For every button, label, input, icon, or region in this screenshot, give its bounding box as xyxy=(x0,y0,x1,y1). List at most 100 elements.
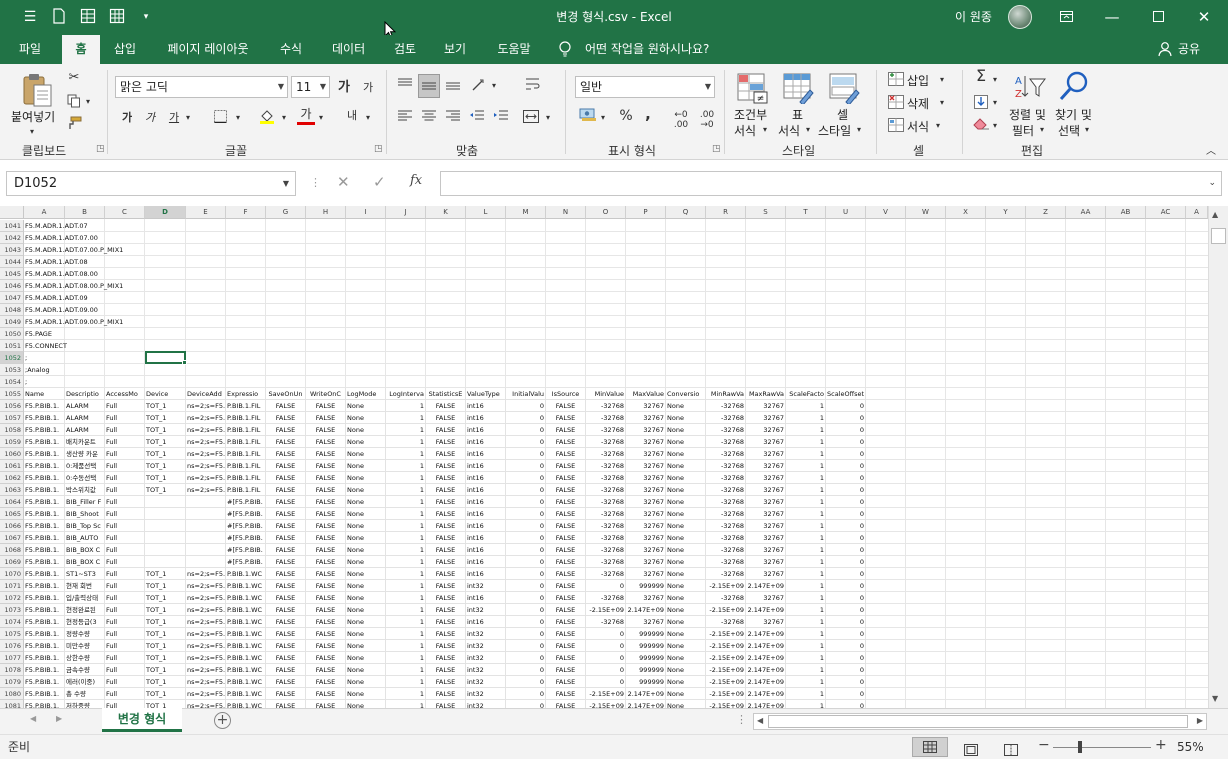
cell[interactable]: IsSource xyxy=(546,388,586,400)
cell[interactable]: FALSE xyxy=(546,628,586,640)
cell[interactable]: TOT_1 xyxy=(145,592,186,604)
cell[interactable]: 0 xyxy=(826,532,866,544)
cell[interactable]: Full xyxy=(105,532,145,544)
cell[interactable]: Full xyxy=(105,472,145,484)
cell[interactable]: FALSE xyxy=(426,424,466,436)
cell[interactable] xyxy=(186,556,226,568)
cell[interactable]: 1 xyxy=(386,460,426,472)
cell[interactable]: P.BIB.1.WC xyxy=(226,688,266,700)
cell[interactable]: FALSE xyxy=(426,496,466,508)
cell[interactable]: 상한수량 xyxy=(65,652,105,664)
cell[interactable]: F5.M.ADR.1.ADT.08.00.P_MIX1 xyxy=(24,280,123,292)
cell[interactable]: None xyxy=(346,412,386,424)
cell[interactable]: P.BIB.1.FIL xyxy=(226,460,266,472)
cell[interactable]: -32768 xyxy=(586,508,626,520)
cell[interactable]: FALSE xyxy=(426,664,466,676)
cell[interactable]: FALSE xyxy=(266,592,306,604)
share-button[interactable]: 공유 xyxy=(1178,35,1200,64)
cell[interactable]: 1 xyxy=(786,688,826,700)
cell[interactable]: -2.15E+09 xyxy=(706,580,746,592)
cell[interactable]: ns=2;s=F5. xyxy=(186,436,226,448)
cell[interactable]: None xyxy=(666,484,706,496)
align-center-icon[interactable] xyxy=(420,110,438,127)
cell[interactable]: 32767 xyxy=(626,532,666,544)
cell[interactable]: 1 xyxy=(786,424,826,436)
cell[interactable]: None xyxy=(346,508,386,520)
cell[interactable]: -32768 xyxy=(706,400,746,412)
cell[interactable]: F5.P.BIB.1. xyxy=(24,676,65,688)
cell[interactable]: 32767 xyxy=(746,544,786,556)
cell[interactable]: F5.CONNECT xyxy=(24,340,67,352)
insert-cells-icon[interactable] xyxy=(887,72,905,91)
cell[interactable]: int16 xyxy=(466,520,506,532)
cell[interactable]: Full xyxy=(105,664,145,676)
cell[interactable]: 32767 xyxy=(626,568,666,580)
cell[interactable]: 총 수량 xyxy=(65,688,105,700)
cell[interactable]: 0 xyxy=(506,508,546,520)
format-painter-icon[interactable] xyxy=(65,116,83,135)
active-cell-selection[interactable] xyxy=(145,351,186,364)
cell[interactable]: 32767 xyxy=(626,412,666,424)
column-header[interactable]: C xyxy=(105,206,145,219)
cell[interactable]: 0 xyxy=(586,664,626,676)
column-header[interactable]: V xyxy=(866,206,906,219)
cell[interactable]: ST1~ST3 xyxy=(65,568,105,580)
font-color-dropdown-icon[interactable]: ▾ xyxy=(319,110,323,126)
orientation-dropdown-icon[interactable]: ▾ xyxy=(492,78,496,94)
cell[interactable]: ns=2;s=F5. xyxy=(186,472,226,484)
horizontal-scroll-thumb[interactable] xyxy=(768,715,1188,728)
cell[interactable]: ns=2;s=F5. xyxy=(186,676,226,688)
cell[interactable]: F5.P.BIB.1. xyxy=(24,424,65,436)
cell[interactable]: -32768 xyxy=(706,436,746,448)
cell[interactable]: F5.P.BIB.1. xyxy=(24,592,65,604)
cell[interactable]: FALSE xyxy=(306,664,346,676)
phonetic-button[interactable]: 내 xyxy=(342,108,362,124)
row-header[interactable]: 1046 xyxy=(0,280,24,292)
cell[interactable]: None xyxy=(666,628,706,640)
tab-review[interactable]: 검토 xyxy=(384,35,426,64)
merge-dropdown-icon[interactable]: ▾ xyxy=(546,110,550,126)
cell[interactable]: 1 xyxy=(386,604,426,616)
cell[interactable]: FALSE xyxy=(266,496,306,508)
cell[interactable]: 32767 xyxy=(626,496,666,508)
font-name-dropdown[interactable]: 맑은 고딕 ▼ xyxy=(115,76,288,98)
cell[interactable]: None xyxy=(346,640,386,652)
cell[interactable]: 1 xyxy=(386,616,426,628)
cell[interactable] xyxy=(186,544,226,556)
cell[interactable]: FALSE xyxy=(546,688,586,700)
decrease-decimal-icon[interactable]: .00 →0 xyxy=(696,110,718,130)
cell[interactable]: -32768 xyxy=(706,616,746,628)
sheet-tab-active[interactable]: 변경 형식 xyxy=(102,708,182,732)
cell[interactable]: FALSE xyxy=(426,580,466,592)
tab-formulas[interactable]: 수식 xyxy=(270,35,312,64)
cell[interactable]: Full xyxy=(105,652,145,664)
conditional-formatting-button[interactable]: 조건부 xyxy=(734,106,767,123)
zoom-slider-thumb[interactable] xyxy=(1078,741,1082,753)
merge-center-icon[interactable] xyxy=(522,110,540,128)
cell[interactable]: 0 xyxy=(826,544,866,556)
cell[interactable]: 0 xyxy=(586,676,626,688)
row-header[interactable]: 1058 xyxy=(0,424,24,436)
row-header[interactable]: 1050 xyxy=(0,328,24,340)
cell[interactable]: FALSE xyxy=(266,640,306,652)
customize-toolbar-icon[interactable]: ▾ xyxy=(137,8,155,26)
cell[interactable]: 0 xyxy=(506,640,546,652)
cell[interactable]: 0 xyxy=(506,496,546,508)
cell[interactable]: FALSE xyxy=(426,556,466,568)
cell[interactable]: 1 xyxy=(786,604,826,616)
cell[interactable]: 0 xyxy=(586,628,626,640)
cell[interactable]: int16 xyxy=(466,592,506,604)
cell[interactable]: ns=2;s=F5. xyxy=(186,424,226,436)
cell[interactable]: FALSE xyxy=(306,436,346,448)
cell[interactable]: 0 xyxy=(506,604,546,616)
cell[interactable]: FALSE xyxy=(266,556,306,568)
cell[interactable]: ns=2;s=F5. xyxy=(186,400,226,412)
tab-file[interactable]: 파일 xyxy=(8,35,52,64)
cell[interactable]: None xyxy=(346,448,386,460)
cell[interactable]: 2.147E+09 xyxy=(746,652,786,664)
borders-icon[interactable] xyxy=(212,110,228,128)
vertical-scrollbar[interactable]: ▲ ▼ xyxy=(1208,206,1228,708)
cell[interactable]: ns=2;s=F5. xyxy=(186,688,226,700)
tell-me-search[interactable]: 어떤 작업을 원하시나요? xyxy=(585,35,709,64)
cell[interactable]: F5.P.BIB.1. xyxy=(24,652,65,664)
